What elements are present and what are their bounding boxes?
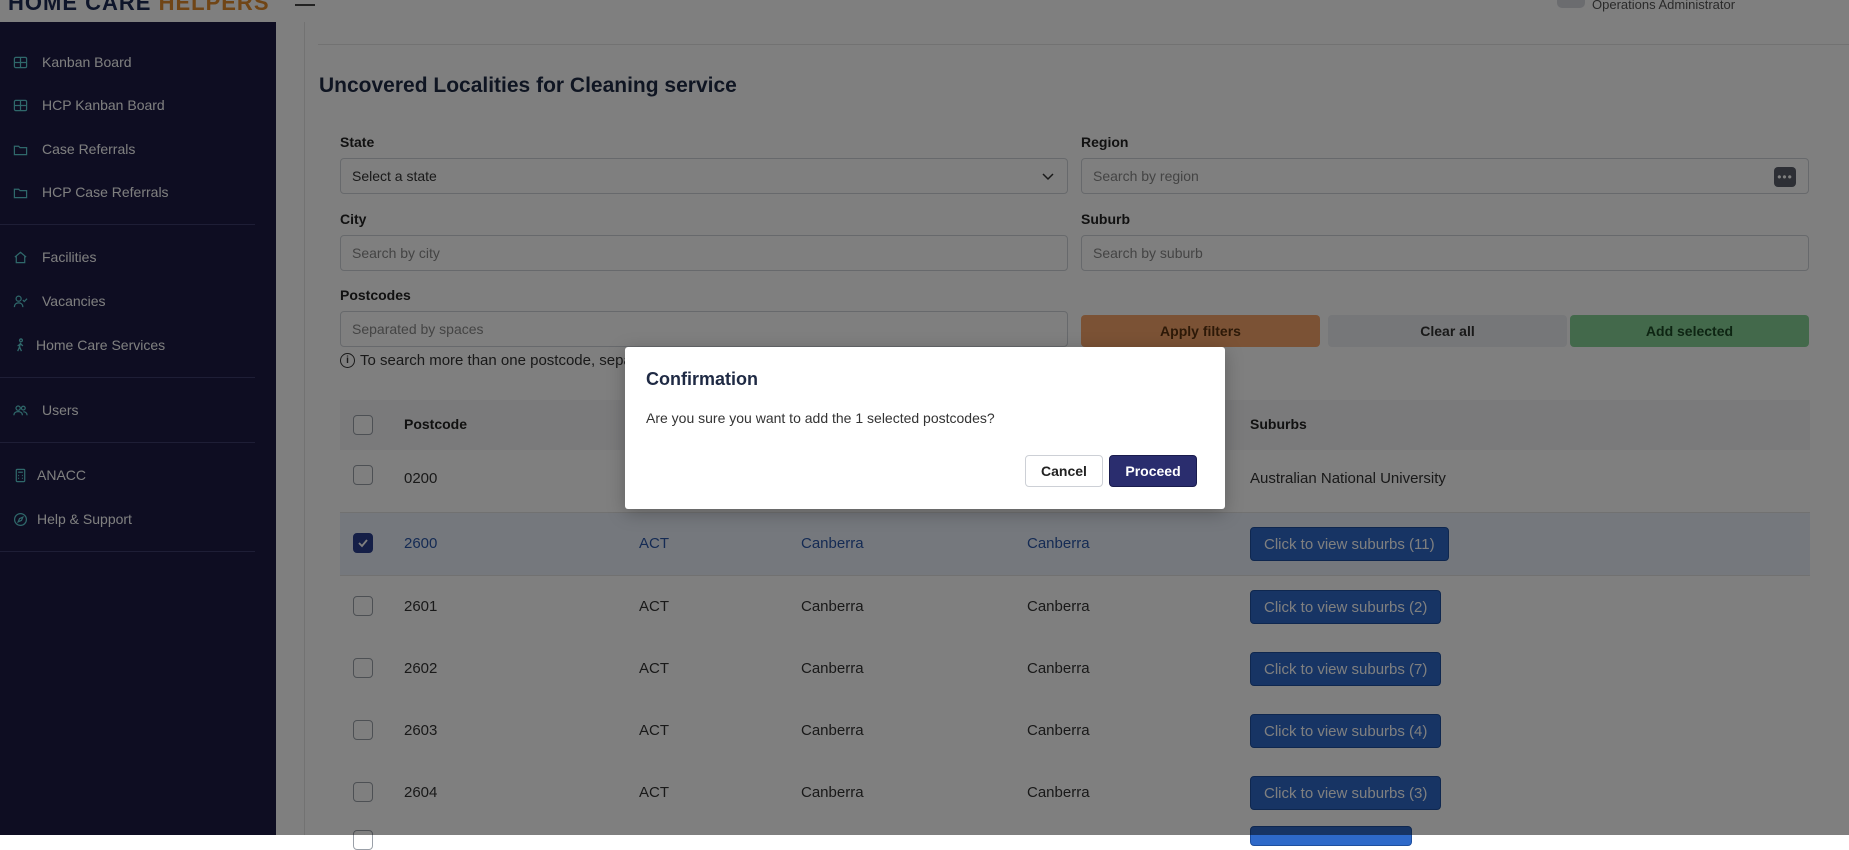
confirmation-dialog: Confirmation Are you sure you want to ad…	[625, 347, 1225, 509]
proceed-button[interactable]: Proceed	[1109, 455, 1197, 487]
cancel-button[interactable]: Cancel	[1025, 455, 1103, 487]
dialog-message: Are you sure you want to add the 1 selec…	[646, 410, 995, 426]
dialog-title: Confirmation	[646, 369, 758, 389]
